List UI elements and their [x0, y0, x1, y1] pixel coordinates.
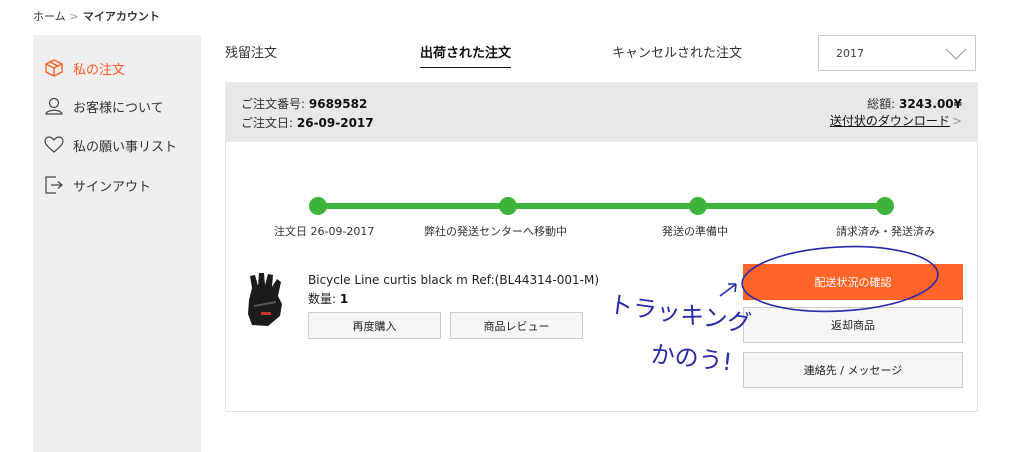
- product-quantity-value: 1: [339, 292, 349, 306]
- order-date-row: ご注文日: 26-09-2017: [241, 114, 374, 131]
- breadcrumb: ホーム > マイアカウント: [33, 8, 160, 24]
- order-number: 9689582: [308, 97, 368, 111]
- order-total-row: 総額: 3243.00¥: [867, 95, 962, 112]
- tracking-progress-line: [318, 203, 885, 209]
- order-date-label: ご注文日:: [241, 116, 294, 130]
- breadcrumb-home[interactable]: ホーム: [33, 10, 66, 23]
- sidebar-item-label: お客様について: [73, 100, 164, 116]
- sidebar-item-orders[interactable]: 私の注文: [43, 55, 125, 81]
- contact-message-button[interactable]: 連絡先 / メッセージ: [743, 352, 963, 388]
- tab-shipped-orders[interactable]: 出荷された注文: [420, 42, 512, 68]
- product-quantity: 数量: 1: [308, 290, 348, 307]
- invoice-download-link[interactable]: 送付状のダウンロード >: [830, 112, 962, 129]
- product-review-button[interactable]: 商品レビュー: [450, 312, 583, 339]
- year-select[interactable]: 2017: [818, 35, 976, 71]
- return-item-button[interactable]: 返却商品: [743, 307, 963, 343]
- product-quantity-label: 数量:: [308, 292, 337, 306]
- tracking-step-dot: [876, 197, 894, 215]
- signout-icon: [43, 174, 65, 196]
- order-total-label: 総額:: [867, 97, 896, 111]
- rebuy-button[interactable]: 再度購入: [308, 312, 441, 339]
- tracking-step-label: 注文日 26-09-2017: [274, 225, 375, 238]
- tracking-step-dot: [499, 197, 517, 215]
- order-date: 26-09-2017: [296, 116, 374, 130]
- chevron-down-icon: [945, 48, 967, 60]
- tracking-step-label: 請求済み・発送済み: [836, 225, 935, 238]
- sidebar-item-label: 私の注文: [73, 62, 126, 78]
- order-number-row: ご注文番号: 9689582: [241, 95, 367, 112]
- order-header: ご注文番号: 9689582 ご注文日: 26-09-2017 総額: 3243…: [225, 82, 978, 142]
- glove-icon[interactable]: [242, 270, 294, 328]
- sidebar-item-label: サインアウト: [73, 179, 152, 195]
- sidebar-item-signout[interactable]: サインアウト: [43, 172, 151, 198]
- box-icon: [43, 57, 65, 79]
- breadcrumb-current: マイアカウント: [82, 10, 160, 23]
- order-number-label: ご注文番号:: [241, 97, 306, 111]
- track-shipment-button[interactable]: 配送状況の確認: [743, 264, 963, 300]
- chevron-right-icon: >: [951, 114, 962, 128]
- order-total: 3243.00¥: [898, 97, 962, 111]
- tab-cancelled-orders[interactable]: キャンセルされた注文: [612, 42, 742, 61]
- sidebar-item-about[interactable]: お客様について: [43, 93, 164, 119]
- tracking-step-label: 発送の準備中: [662, 225, 728, 238]
- heart-icon: [43, 134, 65, 156]
- invoice-download-label: 送付状のダウンロード: [829, 114, 950, 128]
- tracking-step-dot: [309, 197, 327, 215]
- sidebar-item-wishlist[interactable]: 私の願い事リスト: [43, 132, 177, 158]
- tab-pending-orders[interactable]: 残留注文: [225, 42, 277, 61]
- breadcrumb-separator: >: [69, 10, 79, 23]
- product-name[interactable]: Bicycle Line curtis black m Ref:(BL44314…: [308, 273, 599, 287]
- sidebar-item-label: 私の願い事リスト: [73, 139, 178, 155]
- tracking-step-label: 弊社の発送センターへ移動中: [424, 225, 567, 238]
- tracking-step-dot: [689, 197, 707, 215]
- year-select-value: 2017: [836, 47, 864, 60]
- user-icon: [43, 95, 65, 117]
